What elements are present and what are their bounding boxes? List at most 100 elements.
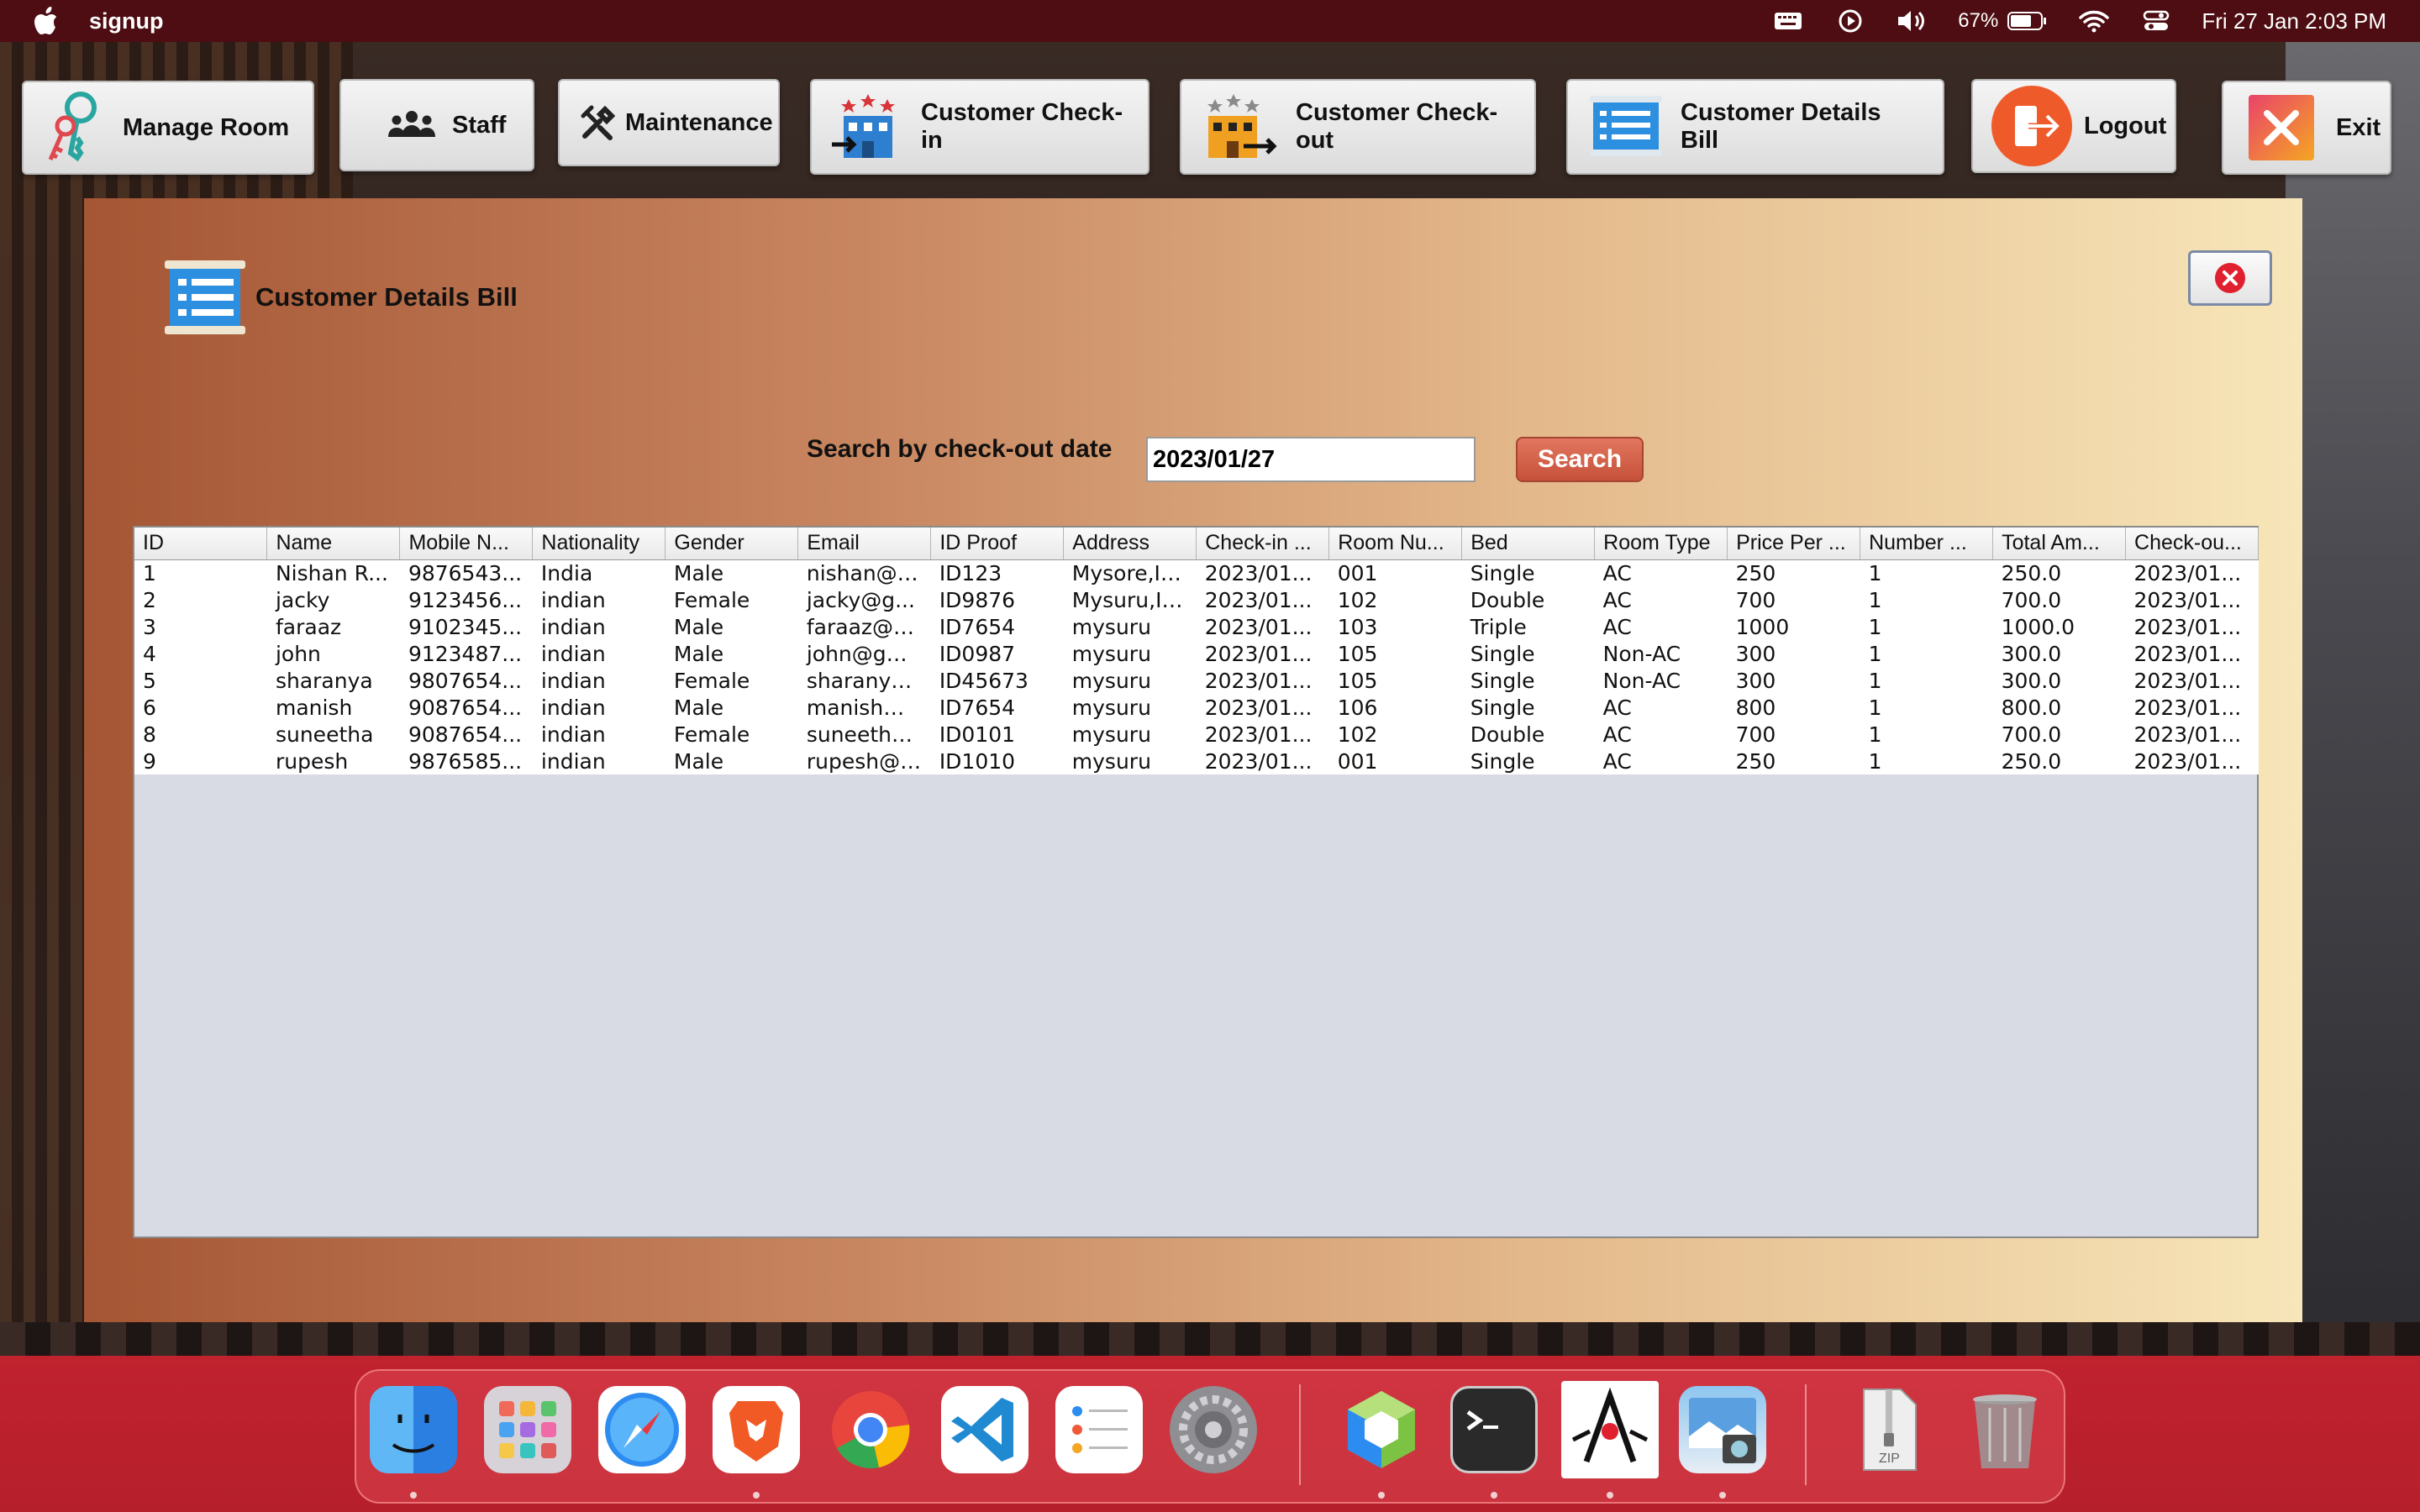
table-cell[interactable]: 1 (134, 559, 267, 586)
table-cell[interactable]: 2023/01... (1196, 748, 1329, 774)
table-cell[interactable]: 9123487... (399, 640, 533, 667)
table-row[interactable]: 1 Nishan R... 9876543... India Male nishan@g.… (134, 559, 2259, 586)
exit-button[interactable]: Exit (2222, 81, 2391, 175)
customer-checkin-button[interactable]: Customer Check-in (810, 79, 1150, 175)
table-cell[interactable]: suneetha... (797, 721, 931, 748)
table-cell[interactable]: 001 (1328, 559, 1462, 586)
table-cell[interactable]: 250.0 (1992, 748, 2126, 774)
table-cell[interactable]: ID7654 (930, 613, 1064, 640)
logout-button[interactable]: Logout (1971, 79, 2176, 173)
column-header[interactable]: Room Nu... (1328, 528, 1463, 560)
table-cell[interactable]: Single (1461, 640, 1595, 667)
table-cell[interactable]: 1 (1860, 586, 1993, 613)
table-cell[interactable]: Female (665, 667, 798, 694)
table-row[interactable]: 5 sharanya 9807654... indian Female sharanya.… (134, 667, 2259, 694)
table-cell[interactable]: 105 (1328, 667, 1462, 694)
table-cell[interactable]: faraaz@g... (797, 613, 931, 640)
control-center-icon[interactable] (2139, 8, 2173, 34)
chrome-icon[interactable] (827, 1386, 914, 1473)
table-cell[interactable]: indian (532, 640, 666, 667)
table-cell[interactable]: manish@... (797, 694, 931, 721)
table-cell[interactable]: 300 (1727, 667, 1860, 694)
system-settings-icon[interactable] (1170, 1386, 1257, 1473)
table-cell[interactable]: ID0987 (930, 640, 1064, 667)
table-cell[interactable]: 2023/01... (1196, 721, 1329, 748)
table-cell[interactable]: 700.0 (1992, 586, 2126, 613)
netbeans-icon[interactable] (1338, 1386, 1425, 1473)
table-cell[interactable]: 2023/01... (1196, 667, 1329, 694)
vscode-icon[interactable] (941, 1386, 1028, 1473)
table-cell[interactable]: Male (665, 613, 798, 640)
table-cell[interactable]: AC (1594, 748, 1728, 774)
table-cell[interactable]: rupesh (266, 748, 400, 774)
table-cell[interactable]: ID0101 (930, 721, 1064, 748)
table-cell[interactable]: Triple (1461, 613, 1595, 640)
preview-icon[interactable] (1679, 1386, 1766, 1473)
safari-icon[interactable] (598, 1386, 686, 1473)
finder-icon[interactable] (370, 1386, 457, 1473)
table-cell[interactable]: Mysuru,In... (1063, 586, 1197, 613)
table-cell[interactable]: 1 (1860, 559, 1993, 586)
table-cell[interactable]: jacky (266, 586, 400, 613)
column-header[interactable]: ID Proof (930, 528, 1065, 560)
table-cell[interactable]: 1000 (1727, 613, 1860, 640)
column-header[interactable]: Mobile N... (399, 528, 534, 560)
table-cell[interactable]: 001 (1328, 748, 1462, 774)
table-cell[interactable]: 8 (134, 721, 267, 748)
wifi-icon[interactable] (2077, 8, 2111, 34)
table-cell[interactable]: AC (1594, 694, 1728, 721)
table-cell[interactable]: 2023/01... (1196, 640, 1329, 667)
table-cell[interactable]: 700 (1727, 586, 1860, 613)
keyboard-icon[interactable] (1771, 8, 1805, 34)
table-cell[interactable]: 9087654... (399, 721, 533, 748)
table-cell[interactable]: Single (1461, 694, 1595, 721)
column-header[interactable]: Number ... (1860, 528, 1994, 560)
table-cell[interactable]: 9876543... (399, 559, 533, 586)
table-cell[interactable]: 1 (1860, 694, 1993, 721)
close-panel-button[interactable] (2188, 250, 2272, 306)
table-cell[interactable]: mysuru (1063, 667, 1197, 694)
table-cell[interactable]: 2023/01... (2125, 748, 2259, 774)
table-cell[interactable]: 1 (1860, 667, 1993, 694)
table-cell[interactable]: 9807654... (399, 667, 533, 694)
table-cell[interactable]: 9102345... (399, 613, 533, 640)
table-cell[interactable]: Non-AC (1594, 667, 1728, 694)
table-cell[interactable]: 103 (1328, 613, 1462, 640)
table-cell[interactable]: 2023/01... (2125, 694, 2259, 721)
column-header[interactable]: Price Per ... (1727, 528, 1861, 560)
table-cell[interactable]: 700 (1727, 721, 1860, 748)
table-cell[interactable]: 800.0 (1992, 694, 2126, 721)
table-cell[interactable]: 700.0 (1992, 721, 2126, 748)
table-cell[interactable]: Male (665, 559, 798, 586)
table-cell[interactable]: 6 (134, 694, 267, 721)
table-cell[interactable]: 250 (1727, 748, 1860, 774)
reminders-icon[interactable] (1055, 1386, 1143, 1473)
table-cell[interactable]: 1 (1860, 640, 1993, 667)
table-cell[interactable]: 9 (134, 748, 267, 774)
table-cell[interactable]: 800 (1727, 694, 1860, 721)
table-cell[interactable]: Male (665, 640, 798, 667)
column-header[interactable]: Check-in ... (1196, 528, 1330, 560)
table-cell[interactable]: 300 (1727, 640, 1860, 667)
table-cell[interactable]: 2023/01... (1196, 694, 1329, 721)
maintenance-button[interactable]: Maintenance (558, 79, 780, 166)
customer-table[interactable]: ID Name Mobile N... Nationality Gender E… (133, 526, 2259, 1238)
table-cell[interactable]: ID45673 (930, 667, 1064, 694)
table-cell[interactable]: 2023/01... (2125, 667, 2259, 694)
column-header[interactable]: Check-ou... (2125, 528, 2259, 560)
terminal-icon[interactable] (1450, 1386, 1538, 1473)
column-header[interactable]: Name (266, 528, 401, 560)
customer-checkout-button[interactable]: Customer Check-out (1180, 79, 1536, 175)
table-cell[interactable]: 1 (1860, 721, 1993, 748)
column-header[interactable]: Nationality (532, 528, 666, 560)
table-cell[interactable]: 9087654... (399, 694, 533, 721)
table-cell[interactable]: mysuru (1063, 721, 1197, 748)
table-cell[interactable]: Double (1461, 721, 1595, 748)
table-cell[interactable]: suneetha (266, 721, 400, 748)
table-cell[interactable]: 2023/01... (1196, 586, 1329, 613)
table-cell[interactable]: 2023/01... (1196, 613, 1329, 640)
launchpad-icon[interactable] (484, 1386, 571, 1473)
table-row[interactable]: 9 rupesh 9876585... indian Male rupesh@g... ID… (134, 748, 2259, 774)
battery-icon[interactable] (2007, 8, 2049, 34)
table-cell[interactable]: rupesh@g... (797, 748, 931, 774)
